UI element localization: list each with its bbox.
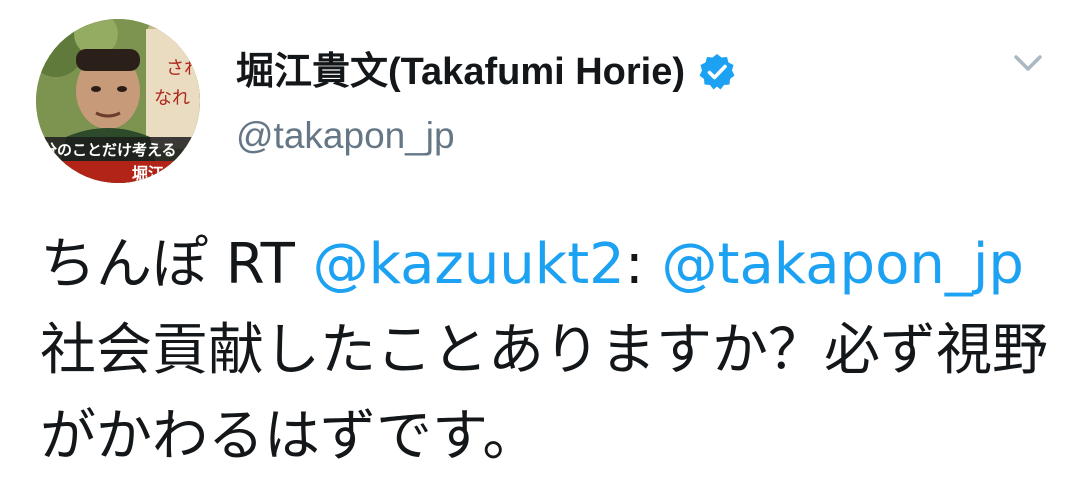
svg-text:され: され xyxy=(166,58,200,79)
tweet-text: ちんぽ RT @kazuukt2: @takapon_jp 社会貢献したことあり… xyxy=(40,222,1050,480)
chevron-down-icon[interactable] xyxy=(1010,48,1046,78)
svg-text:なれ: なれ xyxy=(154,88,190,109)
mention-link-takapon[interactable]: @takapon_jp xyxy=(661,232,1023,297)
svg-text:堀江: 堀江 xyxy=(132,164,164,183)
author-display-name[interactable]: 堀江貴文(Takafumi Horie) xyxy=(236,48,737,96)
profile-photo-icon[interactable]: され なれ 分のことだけ考える 堀江 xyxy=(36,19,200,183)
tweet-card: され なれ 分のことだけ考える 堀江 堀江貴文(Takafumi Horie) … xyxy=(0,0,1080,478)
tweet-text-colon: : xyxy=(624,232,662,297)
mention-link-kazuukt2[interactable]: @kazuukt2 xyxy=(313,232,625,297)
tweet-text-start: ちんぽ RT xyxy=(40,232,313,297)
author-name-text[interactable]: 堀江貴文(Takafumi Horie) xyxy=(236,48,685,96)
svg-text:分のことだけ考える: 分のことだけ考える xyxy=(42,141,177,159)
verified-badge-icon xyxy=(697,52,737,92)
author-handle[interactable]: @takapon_jp xyxy=(236,112,455,160)
